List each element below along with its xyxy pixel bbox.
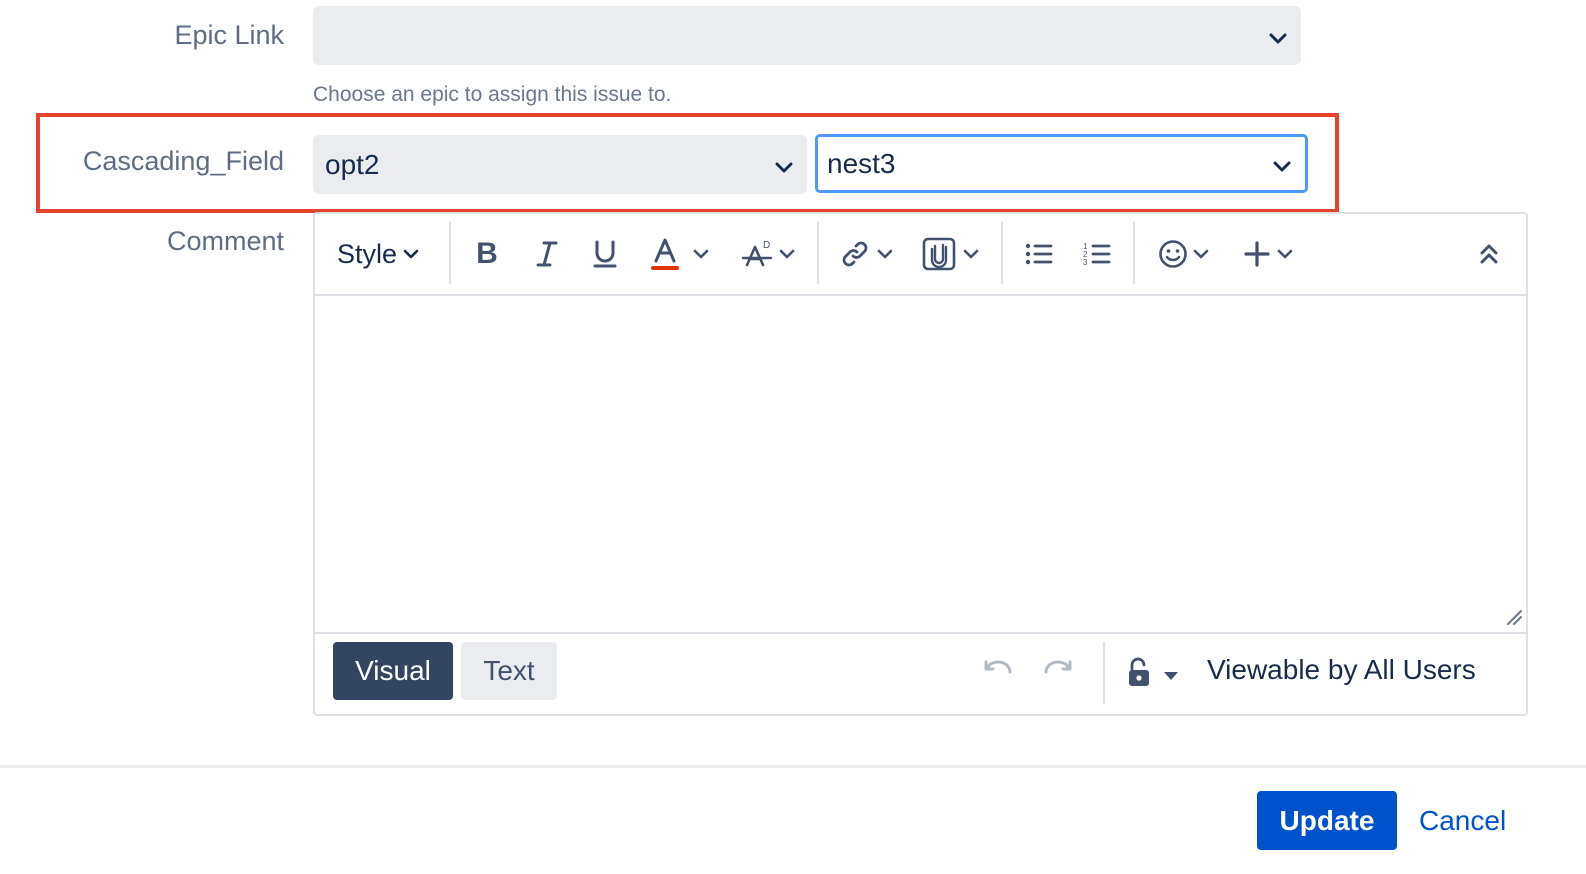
unlock-icon xyxy=(1127,656,1151,693)
chevron-down-icon[interactable] xyxy=(1273,232,1297,276)
update-button[interactable]: Update xyxy=(1257,791,1397,850)
toolbar-separator xyxy=(449,222,451,284)
text-mode-button[interactable]: Text xyxy=(461,642,557,700)
epic-link-select[interactable] xyxy=(313,6,1301,65)
epic-link-label: Epic Link xyxy=(174,20,284,50)
editor-footer: Visual Text Viewable by All Users xyxy=(315,632,1526,714)
clear-format-icon[interactable]: D xyxy=(739,232,775,276)
chevron-down-icon[interactable] xyxy=(873,232,897,276)
svg-text:D: D xyxy=(763,240,770,251)
visibility-dropdown[interactable] xyxy=(1123,652,1185,692)
chevron-down-icon xyxy=(403,249,419,259)
svg-text:3: 3 xyxy=(1083,258,1088,267)
chevron-down-icon xyxy=(775,149,793,181)
style-dropdown[interactable]: Style xyxy=(337,232,429,276)
footer-separator xyxy=(1103,642,1105,704)
cascading-child-value: nest3 xyxy=(827,147,896,179)
chevron-down-icon[interactable] xyxy=(959,232,983,276)
resize-handle-icon[interactable] xyxy=(1506,609,1522,630)
visibility-label: Viewable by All Users xyxy=(1207,654,1476,685)
caret-down-icon xyxy=(1163,668,1179,686)
visual-mode-button[interactable]: Visual xyxy=(333,642,453,700)
text-color-icon[interactable] xyxy=(647,232,683,276)
cascading-child-select[interactable]: nest3 xyxy=(815,134,1308,193)
emoji-icon[interactable] xyxy=(1155,232,1191,276)
toolbar-separator xyxy=(1001,222,1003,284)
chevron-down-icon xyxy=(1269,20,1287,52)
chevron-down-icon[interactable] xyxy=(689,232,713,276)
epic-link-help-text: Choose an epic to assign this issue to. xyxy=(313,83,672,106)
chevron-down-icon[interactable] xyxy=(775,232,799,276)
underline-icon[interactable] xyxy=(587,232,623,276)
comment-textarea[interactable] xyxy=(315,294,1526,634)
attachment-icon[interactable] xyxy=(921,232,957,276)
collapse-toolbar-icon[interactable] xyxy=(1471,232,1507,276)
toolbar-separator xyxy=(817,222,819,284)
toolbar-separator xyxy=(1133,222,1135,284)
cancel-link[interactable]: Cancel xyxy=(1419,805,1506,837)
undo-icon[interactable] xyxy=(983,658,1013,687)
numbered-list-icon[interactable]: 123 xyxy=(1079,232,1115,276)
chevron-down-icon[interactable] xyxy=(1189,232,1213,276)
insert-more-icon[interactable] xyxy=(1239,232,1275,276)
italic-icon[interactable] xyxy=(529,232,565,276)
link-icon[interactable] xyxy=(837,232,873,276)
style-label: Style xyxy=(337,238,398,269)
cascading-parent-select[interactable]: opt2 xyxy=(313,135,807,194)
cascading-field-label: Cascading_Field xyxy=(82,146,284,176)
comment-editor: Style B D 1 2 3 Visual Text Viewable by … xyxy=(313,212,1528,716)
bold-icon[interactable]: B xyxy=(469,232,505,276)
form-divider xyxy=(0,765,1586,768)
redo-icon[interactable] xyxy=(1043,658,1073,687)
bullet-list-icon[interactable] xyxy=(1021,232,1057,276)
comment-label: Comment xyxy=(166,226,284,256)
chevron-down-icon xyxy=(1273,148,1291,180)
cascading-parent-value: opt2 xyxy=(325,148,380,180)
editor-toolbar: Style B D 1 2 3 xyxy=(315,214,1526,296)
